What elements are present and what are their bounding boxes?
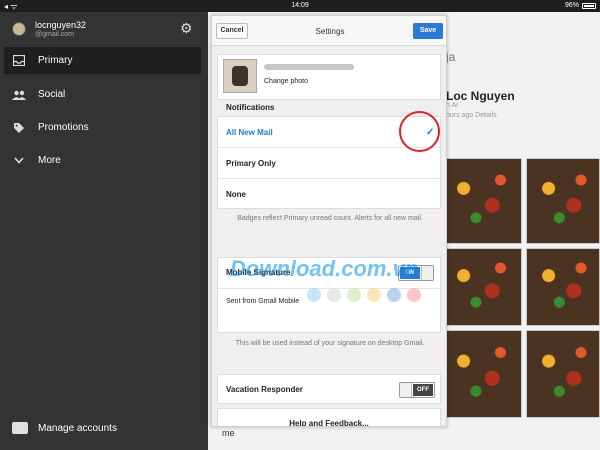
watermark-text: Download.com.vn — [230, 256, 419, 281]
toggle-grip — [421, 266, 433, 280]
manage-accounts-label: Manage accounts — [38, 422, 117, 434]
sidebar-item-label: More — [38, 155, 61, 166]
vacation-responder-label: Vacation Responder — [226, 385, 303, 394]
battery-icon — [582, 2, 596, 9]
clock: 14:09 — [291, 2, 309, 9]
option-none[interactable]: None — [218, 179, 440, 210]
background-sender: me — [222, 428, 235, 438]
sidebar-item-more[interactable]: More — [4, 147, 201, 174]
badges-help-text: Badges reflect Primary unread count. Ale… — [237, 215, 423, 222]
status-bar: ◂ ᯤ 14:09 96% — [0, 0, 600, 12]
sidebar-item-label: Primary — [38, 55, 73, 66]
sidebar-item-primary[interactable]: Primary — [4, 47, 201, 74]
toggle-state: OFF — [413, 384, 433, 396]
option-label: Primary Only — [226, 159, 276, 168]
option-label: None — [226, 190, 246, 199]
photo-thumbnail — [438, 248, 522, 326]
photo-thumbnail — [526, 330, 600, 418]
toggle-grip — [400, 383, 412, 397]
gear-icon[interactable]: ⚙ — [180, 20, 193, 37]
inbox-icon — [12, 54, 26, 68]
highlight-ring — [399, 111, 440, 152]
option-label: All New Mail — [226, 128, 273, 137]
color-dot — [407, 288, 421, 302]
option-primary-only[interactable]: Primary Only — [218, 148, 440, 179]
signature-help-text: This will be used instead of your signat… — [235, 340, 425, 347]
color-dot — [307, 288, 321, 302]
account-name: locnguyen32 — [35, 20, 87, 30]
change-photo-link[interactable]: Change photo — [264, 78, 308, 85]
help-feedback-link[interactable]: Help and Feedback... — [218, 419, 440, 426]
manage-accounts-button[interactable]: Manage accounts — [12, 422, 117, 434]
background-subject: ja — [446, 50, 456, 64]
background-meta: ours ago Details — [446, 112, 497, 119]
sidebar-item-social[interactable]: Social — [4, 81, 201, 108]
background-meta: h Ai — [446, 102, 458, 109]
color-dot — [347, 288, 361, 302]
blurred-email — [264, 64, 354, 70]
settings-dialog: Cancel Settings Save Change photo Notifi… — [211, 15, 447, 427]
vacation-responder-card: Vacation Responder OFF — [217, 374, 441, 404]
vacation-responder-toggle[interactable]: OFF — [399, 382, 435, 398]
battery-percent: 96% — [564, 2, 579, 9]
sidebar-item-label: Promotions — [38, 122, 89, 133]
manage-accounts-icon — [12, 422, 28, 434]
battery-status: 96% — [565, 2, 596, 9]
photo-thumbnail — [526, 248, 600, 326]
profile-photo-card[interactable]: Change photo — [217, 54, 441, 100]
photo-thumbnail — [438, 330, 522, 418]
sidebar: locnguyen32 @gmail.com ⚙ Primary Social … — [0, 12, 208, 450]
dialog-header: Cancel Settings Save — [212, 16, 446, 46]
help-feedback-card[interactable]: Help and Feedback... — [217, 408, 441, 426]
notifications-heading: Notifications — [226, 103, 275, 112]
sidebar-item-label: Social — [38, 89, 66, 100]
chevron-down-icon — [12, 154, 26, 168]
people-icon — [12, 88, 26, 102]
color-dot — [387, 288, 401, 302]
background-sender-name: Loc Nguyen — [446, 89, 515, 103]
color-dot — [327, 288, 341, 302]
signature-color-dots — [307, 288, 421, 302]
sidebar-item-promotions[interactable]: Promotions — [4, 114, 201, 141]
account-email: @gmail.com — [35, 31, 75, 38]
color-dot — [367, 288, 381, 302]
dialog-title: Settings — [315, 27, 345, 36]
profile-photo[interactable] — [223, 59, 257, 93]
photo-thumbnail — [438, 158, 522, 244]
save-button[interactable]: Save — [413, 23, 443, 39]
tag-icon — [12, 121, 26, 135]
account-header[interactable]: locnguyen32 @gmail.com — [12, 20, 86, 38]
avatar — [12, 22, 26, 36]
photo-thumbnail — [526, 158, 600, 244]
signature-text-input[interactable]: Sent from Gmail Mobile — [226, 298, 299, 305]
